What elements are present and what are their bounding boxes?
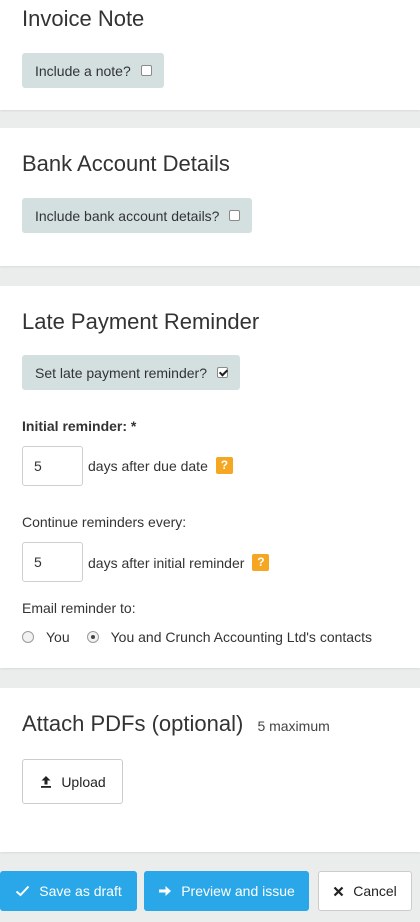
include-note-checkbox[interactable]: [140, 65, 152, 76]
invoice-note-section: Invoice Note Include a note?: [0, 0, 420, 110]
include-bank-details-label: Include bank account details?: [35, 207, 220, 224]
initial-reminder-suffix: days after due date ?: [88, 457, 233, 474]
upload-button-label: Upload: [61, 773, 106, 790]
save-as-draft-button[interactable]: Save as draft: [0, 871, 137, 911]
preview-and-issue-label: Preview and issue: [181, 883, 295, 899]
cancel-label: Cancel: [353, 883, 397, 899]
initial-reminder-input[interactable]: 5: [22, 446, 83, 486]
radio-you-and-contacts[interactable]: [86, 631, 99, 643]
include-bank-details-toggle[interactable]: Include bank account details?: [22, 198, 253, 233]
save-as-draft-label: Save as draft: [39, 883, 122, 899]
upload-button[interactable]: Upload: [22, 759, 123, 804]
help-icon[interactable]: ?: [215, 457, 233, 474]
late-payment-toggle-label: Set late payment reminder?: [35, 364, 207, 381]
late-payment-checkbox[interactable]: [216, 367, 228, 378]
cancel-button[interactable]: Cancel: [318, 871, 412, 911]
continue-reminders-input[interactable]: 5: [22, 542, 83, 582]
help-icon[interactable]: ?: [252, 554, 270, 571]
close-icon: [333, 886, 344, 896]
bank-details-section: Bank Account Details Include bank accoun…: [0, 128, 420, 266]
check-icon: [16, 885, 30, 897]
radio-you[interactable]: [22, 631, 34, 643]
attach-pdfs-title: Attach PDFs (optional) 5 maximum: [22, 711, 330, 737]
bank-details-title: Bank Account Details: [22, 151, 230, 176]
email-reminder-label: Email reminder to:: [22, 600, 136, 616]
continue-reminders-suffix-text: days after initial reminder: [88, 554, 245, 571]
late-payment-title: Late Payment Reminder: [22, 309, 260, 334]
initial-reminder-label: Initial reminder: *: [22, 418, 137, 434]
arrow-right-icon: [159, 886, 172, 896]
attach-max-note: 5 maximum: [257, 718, 330, 734]
include-note-toggle[interactable]: Include a note?: [22, 53, 164, 88]
upload-icon: [41, 775, 52, 788]
attach-pdfs-heading: Attach PDFs (optional): [22, 711, 244, 736]
email-reminder-options: You You and Crunch Accounting Ltd's cont…: [22, 629, 372, 645]
radio-you-and-contacts-label[interactable]: You and Crunch Accounting Ltd's contacts: [111, 629, 372, 645]
late-payment-toggle[interactable]: Set late payment reminder?: [22, 355, 240, 390]
include-bank-details-checkbox[interactable]: [229, 210, 241, 221]
invoice-note-title: Invoice Note: [22, 6, 145, 31]
include-note-label: Include a note?: [35, 62, 131, 79]
radio-you-label[interactable]: You: [46, 629, 70, 645]
preview-and-issue-button[interactable]: Preview and issue: [144, 871, 309, 911]
initial-reminder-suffix-text: days after due date: [88, 457, 208, 474]
continue-reminders-label: Continue reminders every:: [22, 514, 187, 530]
continue-reminders-suffix: days after initial reminder ?: [88, 554, 270, 571]
